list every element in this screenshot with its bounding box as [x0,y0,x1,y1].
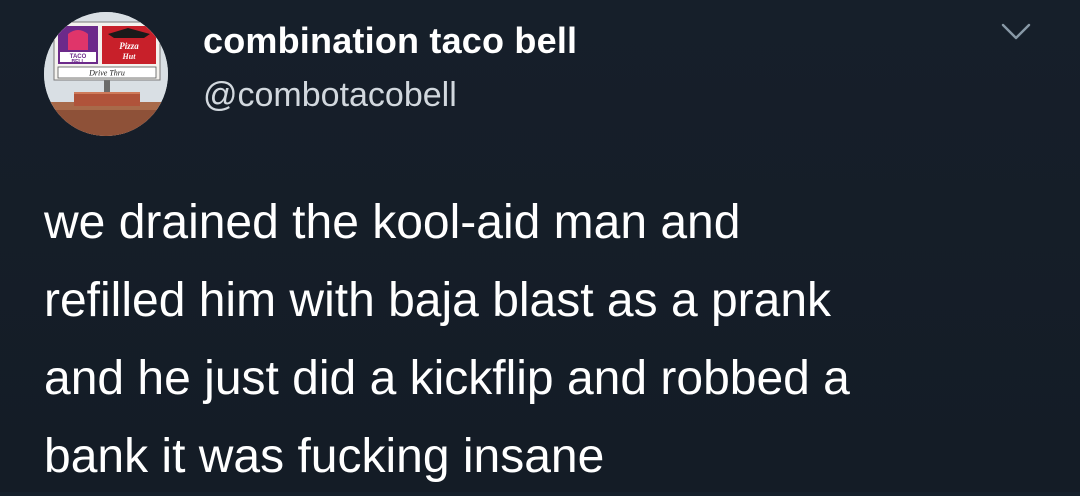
tweet-text: we drained the kool-aid man and refilled… [44,184,1054,496]
display-name[interactable]: combination taco bell [203,20,577,62]
tweet-text-line: refilled him with baja blast as a prank [44,274,832,327]
avatar-pizza-text: Pizza [119,41,139,51]
tweet-card: TACO BELL Pizza Hut Drive Thru combinati… [0,0,1080,492]
tweet-text-line: and he just did a kickflip and robbed a [44,352,850,405]
avatar-image: TACO BELL Pizza Hut Drive Thru [44,12,168,136]
avatar[interactable]: TACO BELL Pizza Hut Drive Thru [44,12,168,136]
chevron-down-icon[interactable] [1000,20,1032,44]
avatar-bell-text: BELL [71,59,84,65]
username-handle[interactable]: @combotacobell [203,76,457,115]
tweet-text-line: we drained the kool-aid man and [44,196,741,249]
tweet-text-line: bank it was fucking insane [44,430,605,483]
avatar-drive-thru-text: Drive Thru [88,69,125,78]
avatar-hut-text: Hut [122,52,137,61]
